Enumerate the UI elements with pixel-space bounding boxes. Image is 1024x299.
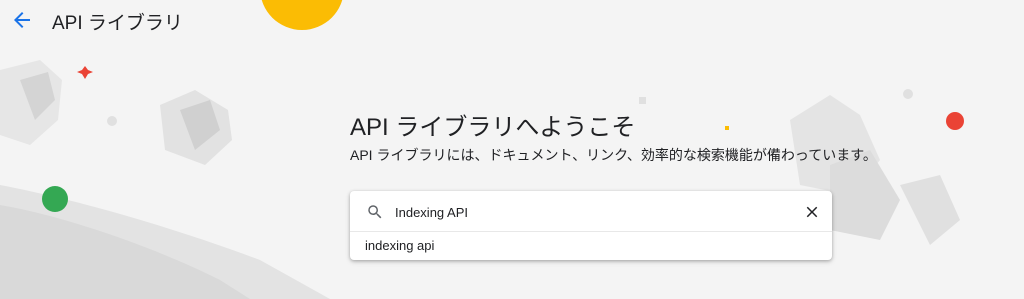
arrow-back-icon[interactable] xyxy=(10,8,34,32)
suggestion-label: indexing api xyxy=(365,238,435,253)
welcome-heading: API ライブラリへようこそ xyxy=(350,114,636,141)
search-input[interactable] xyxy=(395,201,775,223)
search-icon xyxy=(366,203,384,221)
search-panel: indexing api xyxy=(350,191,832,260)
close-icon[interactable] xyxy=(803,203,821,221)
page-title: API ライブラリ xyxy=(52,13,183,34)
welcome-description: API ライブラリには、ドキュメント、リンク、効率的な検索機能が備わっています。 xyxy=(350,147,877,163)
search-bar xyxy=(350,191,832,231)
top-bar: API ライブラリ xyxy=(0,0,1024,40)
suggestion-item[interactable]: indexing api xyxy=(350,232,832,260)
